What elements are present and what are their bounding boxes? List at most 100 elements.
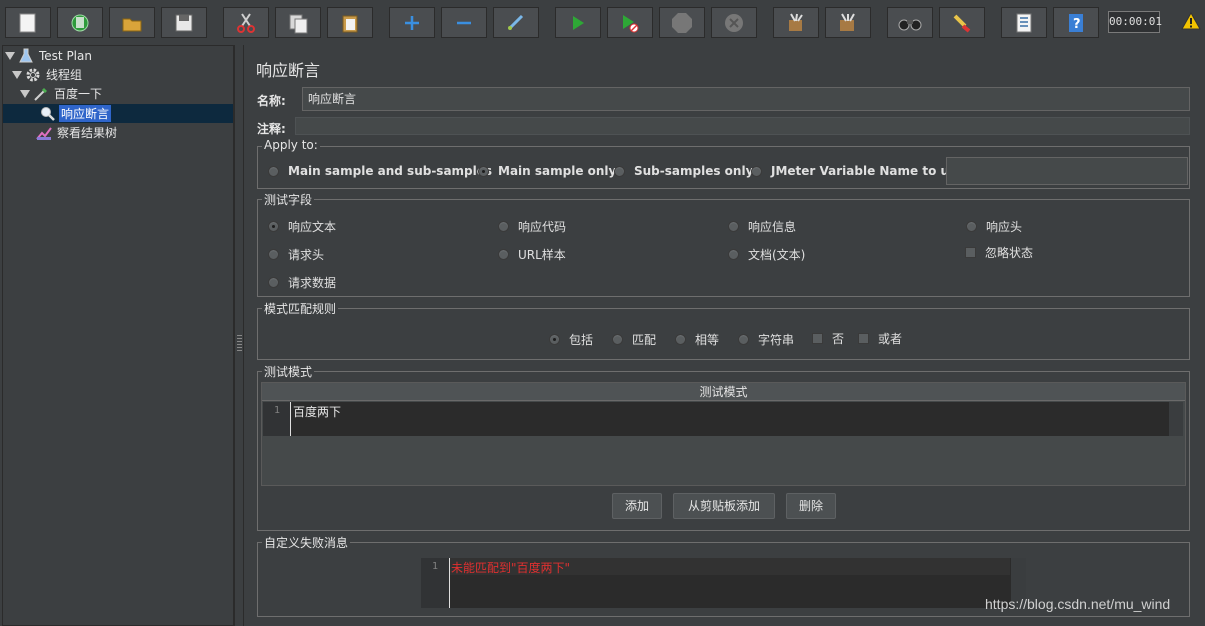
checkbox-not[interactable]: 否 <box>812 330 844 347</box>
copy-icon[interactable] <box>275 7 321 38</box>
radio-button-icon[interactable] <box>549 334 560 345</box>
radio-button-icon[interactable] <box>751 165 762 177</box>
radio-button-icon[interactable] <box>728 249 739 260</box>
tree-node-thread-group[interactable]: 线程组 <box>12 65 84 84</box>
save-icon[interactable] <box>161 7 207 38</box>
failure-message-editor[interactable]: 1 未能匹配到"百度两下" <box>421 558 1026 608</box>
radio-document-text[interactable]: 文档(文本) <box>728 246 805 263</box>
function-helper-icon[interactable] <box>1001 7 1047 38</box>
split-pane-divider[interactable] <box>234 45 244 626</box>
radio-button-icon[interactable] <box>268 221 279 232</box>
radio-button-icon[interactable] <box>612 334 623 345</box>
cut-icon[interactable] <box>223 7 269 38</box>
radio-response-code[interactable]: 响应代码 <box>498 218 566 235</box>
radio-matches[interactable]: 匹配 <box>612 331 656 348</box>
comment-field[interactable] <box>295 117 1190 135</box>
pattern-rules-legend: 模式匹配规则 <box>262 300 339 317</box>
patterns-legend: 测试模式 <box>262 363 315 380</box>
radio-button-icon[interactable] <box>268 277 279 288</box>
tree-label: 响应断言 <box>59 105 112 122</box>
editor-scrollbar[interactable] <box>1169 402 1183 436</box>
radio-sub-only[interactable]: Sub-samples only <box>614 164 753 178</box>
checkbox-icon[interactable] <box>812 333 823 344</box>
radio-button-icon[interactable] <box>268 249 279 260</box>
shutdown-icon[interactable] <box>711 7 757 38</box>
radio-main-only[interactable]: Main sample only <box>478 164 616 178</box>
radio-response-text[interactable]: 响应文本 <box>268 218 336 235</box>
expand-arrow-icon[interactable] <box>5 51 15 60</box>
patterns-table[interactable]: 测试模式 1 百度两下 <box>261 382 1186 486</box>
templates-icon[interactable] <box>57 7 103 38</box>
radio-button-icon[interactable] <box>498 249 509 260</box>
magnifier-icon <box>41 106 55 121</box>
checkbox-ignore-status[interactable]: 忽略状态 <box>965 244 1033 261</box>
option-label: 否 <box>832 332 845 346</box>
radio-jmeter-variable[interactable]: JMeter Variable Name to use <box>751 164 964 178</box>
start-icon[interactable] <box>555 7 601 38</box>
open-icon[interactable] <box>109 7 155 38</box>
option-label: JMeter Variable Name to use <box>771 164 965 178</box>
radio-contains[interactable]: 包括 <box>549 331 593 348</box>
radio-response-headers[interactable]: 响应头 <box>966 218 1022 235</box>
failure-message-legend: 自定义失败消息 <box>262 534 351 551</box>
clear-icon[interactable] <box>773 7 819 38</box>
new-icon[interactable] <box>5 7 51 38</box>
reset-search-icon[interactable] <box>939 7 985 38</box>
radio-button-icon[interactable] <box>966 221 977 232</box>
radio-button-icon[interactable] <box>614 165 625 177</box>
tree-node-http-sampler[interactable]: 百度一下 <box>20 84 104 103</box>
radio-substring[interactable]: 字符串 <box>738 331 794 348</box>
text-caret <box>290 402 291 436</box>
drag-handle-icon[interactable] <box>237 335 242 351</box>
tree-node-view-results-tree[interactable]: 察看结果树 <box>36 123 119 142</box>
failure-message-text[interactable]: 未能匹配到"百度两下" <box>451 559 570 576</box>
radio-button-icon[interactable] <box>498 221 509 232</box>
stop-icon[interactable] <box>659 7 705 38</box>
pattern-text[interactable]: 百度两下 <box>293 403 341 420</box>
radio-request-headers[interactable]: 请求头 <box>268 246 324 263</box>
pipette-icon <box>34 87 47 101</box>
radio-main-and-sub[interactable]: Main sample and sub-samples <box>268 164 492 178</box>
add-from-clipboard-button[interactable]: 从剪贴板添加 <box>673 493 775 519</box>
radio-button-icon[interactable] <box>738 334 749 345</box>
help-icon[interactable]: ? <box>1053 7 1099 38</box>
jmeter-variable-input[interactable] <box>946 157 1188 185</box>
checkbox-or[interactable]: 或者 <box>858 330 902 347</box>
paste-icon[interactable] <box>327 7 373 38</box>
tree-node-response-assertion[interactable]: 响应断言 <box>40 104 112 123</box>
name-field[interactable]: 响应断言 <box>302 87 1190 111</box>
radio-response-message[interactable]: 响应信息 <box>728 218 796 235</box>
collapse-icon[interactable] <box>441 7 487 38</box>
radio-button-icon[interactable] <box>268 165 279 177</box>
start-no-pause-icon[interactable] <box>607 7 653 38</box>
elapsed-timer: 00:00:01 <box>1108 11 1162 33</box>
name-label: 名称: <box>257 94 286 108</box>
tree-label: Test Plan <box>39 48 92 63</box>
add-button[interactable]: 添加 <box>612 493 662 519</box>
tree-node-test-plan[interactable]: Test Plan <box>5 46 94 65</box>
option-label: 匹配 <box>632 333 657 347</box>
option-label: 或者 <box>878 332 903 346</box>
clear-all-icon[interactable] <box>825 7 871 38</box>
expand-arrow-icon[interactable] <box>20 89 30 98</box>
pattern-editor[interactable]: 1 百度两下 <box>263 402 1183 436</box>
search-icon[interactable] <box>887 7 933 38</box>
delete-button[interactable]: 删除 <box>786 493 836 519</box>
radio-request-data[interactable]: 请求数据 <box>268 274 336 291</box>
toggle-icon[interactable] <box>493 7 539 38</box>
option-label: 请求头 <box>288 248 325 262</box>
checkbox-icon[interactable] <box>965 247 976 258</box>
checkbox-icon[interactable] <box>858 333 869 344</box>
expand-arrow-icon[interactable] <box>12 70 22 79</box>
radio-equals[interactable]: 相等 <box>675 331 719 348</box>
expand-icon[interactable] <box>389 7 435 38</box>
patterns-column-header[interactable]: 测试模式 <box>262 383 1185 401</box>
flask-icon <box>19 48 33 62</box>
radio-button-icon[interactable] <box>675 334 686 345</box>
radio-button-icon[interactable] <box>728 221 739 232</box>
option-label: 响应文本 <box>288 220 337 234</box>
gear-icon <box>26 68 40 81</box>
warning-icon[interactable] <box>1181 11 1201 33</box>
radio-button-icon[interactable] <box>478 165 489 177</box>
radio-url-sample[interactable]: URL样本 <box>498 246 566 263</box>
